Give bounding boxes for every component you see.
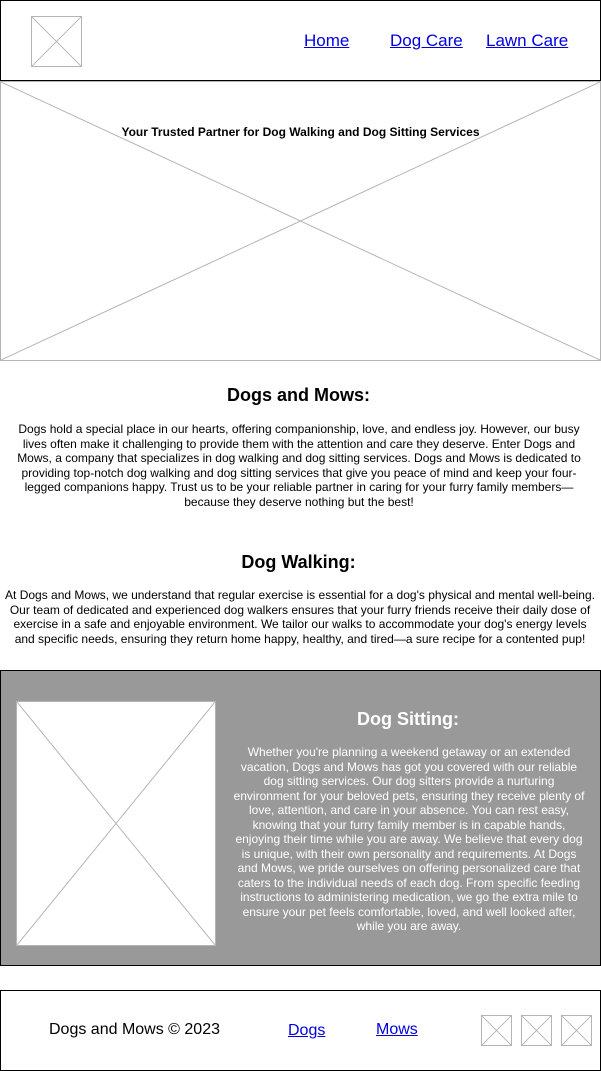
hero-tagline: Your Trusted Partner for Dog Walking and… — [121, 125, 480, 139]
social-placeholder-icon-3[interactable] — [561, 1015, 592, 1046]
intro-paragraph: Dogs hold a special place in our hearts,… — [17, 422, 581, 509]
footer-mows-link[interactable]: Mows — [376, 1021, 418, 1039]
site-header: Home Dog Care Lawn Care — [0, 0, 601, 81]
sitting-paragraph: Whether you're planning a weekend getawa… — [233, 745, 585, 933]
social-placeholder-icon-2[interactable] — [521, 1015, 552, 1046]
site-footer: Dogs and Mows © 2023 Dogs Mows — [0, 990, 601, 1071]
sitting-image-placeholder-icon — [16, 701, 216, 946]
sitting-heading: Dog Sitting: — [357, 709, 459, 729]
walking-heading: Dog Walking: — [241, 552, 356, 572]
nav-home-link[interactable]: Home — [304, 31, 349, 51]
footer-copyright: Dogs and Mows © 2023 — [49, 1021, 220, 1038]
nav-lawn-care-link[interactable]: Lawn Care — [486, 31, 568, 51]
sitting-panel: Dog Sitting: Whether you're planning a w… — [0, 670, 601, 966]
footer-dogs-link[interactable]: Dogs — [288, 1022, 325, 1040]
logo-placeholder-icon[interactable] — [31, 16, 82, 67]
hero-image-placeholder-icon — [0, 81, 601, 361]
nav-dog-care-link[interactable]: Dog Care — [390, 31, 463, 51]
social-placeholder-icon-1[interactable] — [481, 1015, 512, 1046]
walking-paragraph: At Dogs and Mows, we understand that reg… — [5, 588, 595, 646]
intro-heading: Dogs and Mows: — [227, 385, 370, 405]
